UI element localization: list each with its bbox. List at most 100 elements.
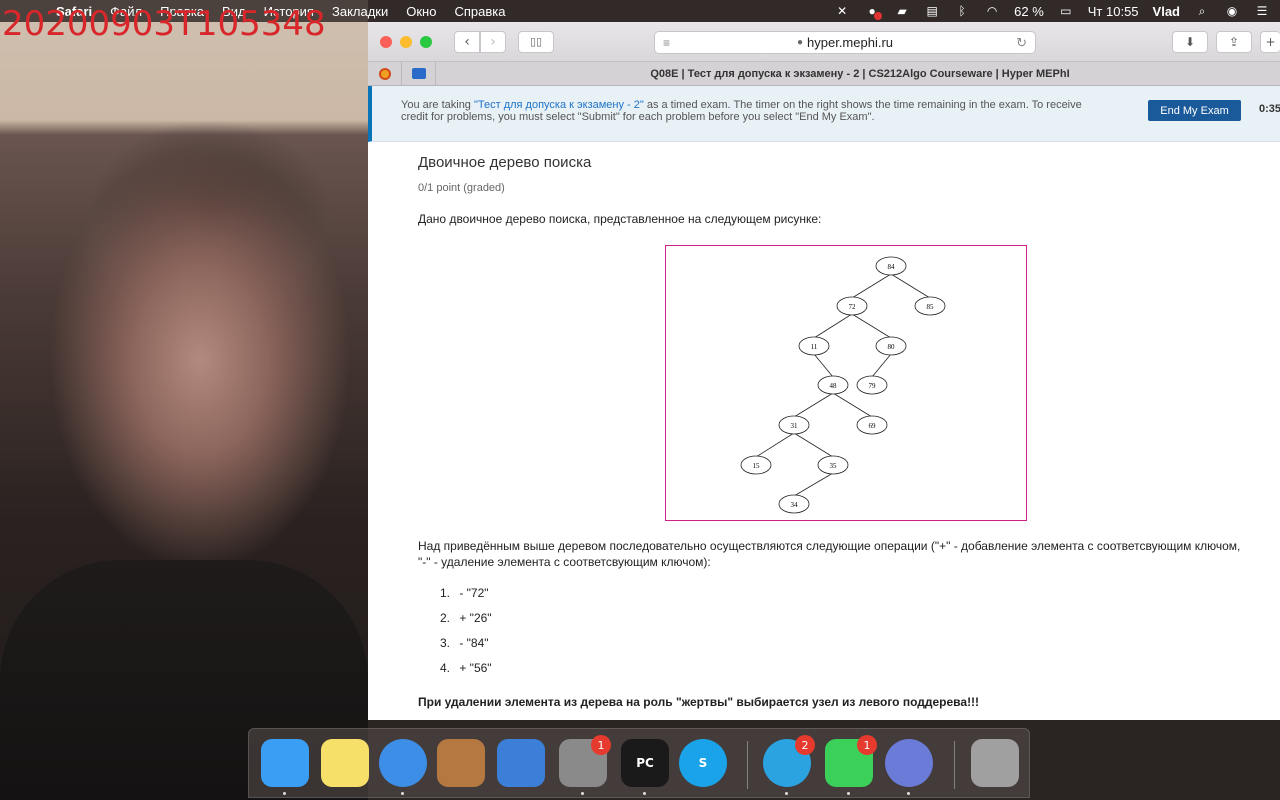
operation-number: 3. [440, 636, 451, 650]
operation-text: + "56" [459, 661, 492, 675]
tree-node-label: 48 [830, 382, 838, 390]
dock-app-label: S [698, 756, 708, 770]
webcam-overlay [0, 0, 368, 800]
dock-skype-icon[interactable]: S [679, 739, 727, 787]
menu-window[interactable]: Окно [406, 4, 436, 19]
dock-running-indicator [283, 792, 286, 795]
dock-safari-icon[interactable] [379, 739, 427, 787]
reader-icon[interactable]: ≡ [663, 36, 670, 50]
operation-number: 1. [440, 586, 451, 600]
exam-link[interactable]: "Тест для допуска к экзамену - 2" [474, 99, 644, 111]
tree-node-label: 35 [830, 462, 838, 470]
reload-icon[interactable]: ↻ [1016, 35, 1027, 51]
bst-diagram: 84 72 85 11 80 48 79 31 69 15 35 34 [740, 256, 946, 514]
operation-text: + "26" [459, 611, 492, 625]
operations-intro: Над приведённым выше деревом последовате… [418, 539, 1241, 569]
menu-clock[interactable]: Чт 10:55 [1088, 4, 1139, 19]
pen-tray-icon[interactable]: ✕ [834, 4, 850, 18]
tree-node-label: 69 [869, 422, 877, 430]
exam-notice-text: You are taking [401, 99, 474, 111]
dock-running-indicator [847, 792, 850, 795]
notification-tray-icon[interactable]: ● [864, 4, 883, 20]
battery-icon[interactable]: ▭ [1058, 4, 1074, 18]
dock-system-preferences-icon[interactable]: 1 [559, 735, 611, 787]
tree-node-label: 84 [888, 263, 896, 271]
pinned-site-icon [378, 67, 391, 80]
forward-button[interactable]: › [480, 30, 506, 53]
close-window-button[interactable] [380, 35, 392, 48]
tree-edge-31-15 [755, 432, 795, 458]
dock-telegram-icon[interactable]: 2 [763, 735, 815, 787]
share-icon[interactable]: ⇪ [1216, 31, 1252, 53]
notification-center-icon[interactable]: ☰ [1254, 4, 1270, 18]
tree-edge-48-69 [832, 392, 873, 418]
menu-help[interactable]: Справка [454, 4, 505, 19]
dock-xcode-icon[interactable] [497, 739, 545, 787]
lock-icon: ● [796, 37, 804, 48]
end-exam-button[interactable]: End My Exam [1148, 100, 1241, 121]
maximize-window-button[interactable] [420, 35, 432, 48]
dock-finder-icon[interactable] [261, 739, 309, 787]
dock-separator [747, 741, 748, 789]
safari-window: ‹ › ▯▯ ≡ ● hyper.mephi.ru ↻ ⬇ ⇪ + Q08E |… [368, 22, 1280, 720]
tree-node-label: 34 [791, 501, 799, 509]
menu-user[interactable]: Vlad [1153, 4, 1180, 19]
pinned-tab-2[interactable] [402, 61, 436, 86]
tree-node-label: 15 [753, 462, 761, 470]
chat-site-icon [411, 68, 426, 79]
dock-running-indicator [907, 792, 910, 795]
problem-intro: Дано двоичное дерево поиска, представлен… [418, 212, 822, 226]
address-bar[interactable]: ≡ ● hyper.mephi.ru ↻ [654, 31, 1036, 54]
operation-number: 2. [440, 611, 451, 625]
tree-edge-72-80 [851, 313, 892, 339]
problem-content: Двоичное дерево поиска 0/1 point (graded… [368, 142, 1280, 720]
minimize-window-button[interactable] [400, 35, 412, 48]
flag-tray-icon[interactable]: ▤ [924, 4, 940, 18]
tree-edge-31-35 [793, 432, 834, 458]
dock-discord-icon[interactable] [885, 739, 933, 787]
message-tray-icon[interactable]: ▰ [894, 4, 910, 18]
dock-running-indicator [581, 792, 584, 795]
new-tab-icon[interactable]: + [1260, 31, 1280, 53]
sidebar-toggle-icon[interactable]: ▯▯ [518, 30, 554, 53]
bst-figure: 84 72 85 11 80 48 79 31 69 15 35 34 [665, 245, 1027, 521]
downloads-icon[interactable]: ⬇ [1172, 31, 1208, 53]
battery-percent[interactable]: 62 % [1014, 4, 1044, 19]
operation-text: - "72" [459, 586, 489, 600]
problem-points: 0/1 point (graded) [418, 182, 505, 194]
window-controls [380, 35, 432, 48]
dock-app-label: PC [636, 756, 654, 770]
tree-node-label: 79 [869, 382, 877, 390]
dock-badge: 1 [591, 735, 611, 755]
tree-edge-48-31 [793, 392, 834, 418]
dock: 1 PC S 2 1 [248, 728, 1030, 798]
bluetooth-icon[interactable]: ᛒ [954, 4, 970, 18]
tree-node-label: 72 [849, 303, 857, 311]
tree-edge-72-11 [813, 313, 853, 339]
tree-edge-35-34 [793, 472, 834, 497]
tree-edge-80-79 [871, 353, 892, 378]
tree-edge-84-85 [890, 273, 931, 299]
timed-exam-banner: You are taking "Тест для допуска к экзам… [368, 86, 1280, 142]
tree-edge-84-72 [851, 273, 892, 299]
wifi-icon[interactable]: ◠ [984, 4, 1000, 18]
dock-pycharm-icon[interactable]: PC [621, 739, 669, 787]
siri-icon[interactable]: ◉ [1224, 4, 1240, 18]
operation-item: 4. + "56" [440, 661, 492, 686]
deletion-note: При удалении элемента из дерева на роль … [418, 695, 980, 709]
operation-number: 4. [440, 661, 451, 675]
operation-item: 2. + "26" [440, 611, 492, 636]
active-tab-title[interactable]: Q08E | Тест для допуска к экзамену - 2 |… [440, 68, 1280, 80]
back-button[interactable]: ‹ [454, 30, 480, 53]
dock-trash-icon[interactable] [971, 739, 1019, 787]
tab-bar: Q08E | Тест для допуска к экзамену - 2 |… [368, 61, 1280, 86]
dock-notes-icon[interactable] [321, 739, 369, 787]
operation-item: 3. - "84" [440, 636, 492, 661]
dock-garageband-icon[interactable] [437, 739, 485, 787]
tree-node-label: 80 [888, 343, 896, 351]
dock-facetime-icon[interactable]: 1 [825, 735, 877, 787]
dock-separator [954, 741, 955, 789]
spotlight-search-icon[interactable]: ⌕ [1194, 4, 1210, 18]
pinned-tab-1[interactable] [368, 61, 402, 86]
menu-bookmarks[interactable]: Закладки [332, 4, 388, 19]
